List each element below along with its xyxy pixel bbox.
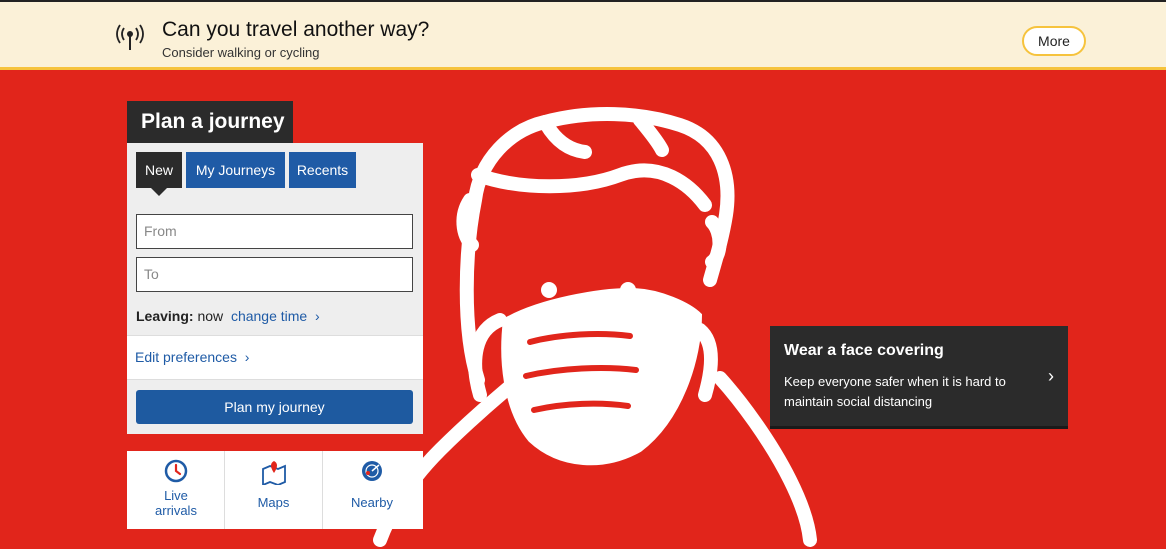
tab-recents[interactable]: Recents	[289, 152, 356, 188]
broadcast-icon	[116, 24, 144, 50]
active-tab-arrow	[151, 188, 167, 196]
edit-preferences-label: Edit preferences	[135, 349, 237, 365]
advice-banner: Can you travel another way? Consider wal…	[0, 0, 1166, 70]
clock-icon	[164, 459, 187, 483]
radar-icon	[362, 461, 382, 481]
banner-subtitle: Consider walking or cycling	[162, 45, 320, 60]
card-title: Wear a face covering	[784, 342, 944, 359]
more-button[interactable]: More	[1022, 26, 1086, 56]
from-input[interactable]: From	[136, 214, 413, 249]
tab-recents-label: Recents	[296, 162, 349, 178]
card-body: Keep everyone safer when it is hard to m…	[784, 374, 1006, 409]
banner-title: Can you travel another way?	[162, 18, 430, 41]
leaving-row: Leaving: now change time ›	[136, 308, 320, 324]
map-pin-icon	[261, 461, 286, 485]
tab-new[interactable]: New	[136, 152, 182, 196]
to-input[interactable]: To	[136, 257, 413, 292]
chevron-right-icon: ›	[240, 349, 250, 365]
shortcuts-bar: Live arrivals Maps Nearby	[127, 451, 423, 529]
tab-my-journeys[interactable]: My Journeys	[186, 152, 285, 188]
chevron-right-icon: ›	[311, 308, 320, 324]
journey-planner-panel: New My Journeys Recents From To Leaving:…	[127, 143, 423, 434]
nearby-shortcut[interactable]: Nearby	[323, 451, 421, 529]
face-covering-card[interactable]: Wear a face covering Keep everyone safer…	[770, 326, 1068, 429]
maps-shortcut[interactable]: Maps	[225, 451, 323, 529]
tab-new-label: New	[144, 162, 173, 178]
leaving-label: Leaving:	[136, 308, 194, 324]
chevron-right-icon: ›	[1048, 366, 1054, 386]
plan-journey-title: Plan a journey	[127, 101, 293, 143]
live-arrivals-shortcut[interactable]: Live arrivals	[127, 451, 225, 529]
nearby-label: Nearby	[351, 495, 393, 510]
tab-my-journeys-label: My Journeys	[195, 162, 276, 178]
change-time-link[interactable]: change time	[231, 308, 307, 324]
plan-my-journey-button[interactable]: Plan my journey	[136, 390, 413, 424]
live-arrivals-label: Live arrivals	[155, 488, 197, 518]
leaving-value: now	[197, 308, 224, 324]
edit-preferences-link[interactable]: Edit preferences ›	[127, 335, 423, 380]
maps-label: Maps	[257, 495, 290, 510]
